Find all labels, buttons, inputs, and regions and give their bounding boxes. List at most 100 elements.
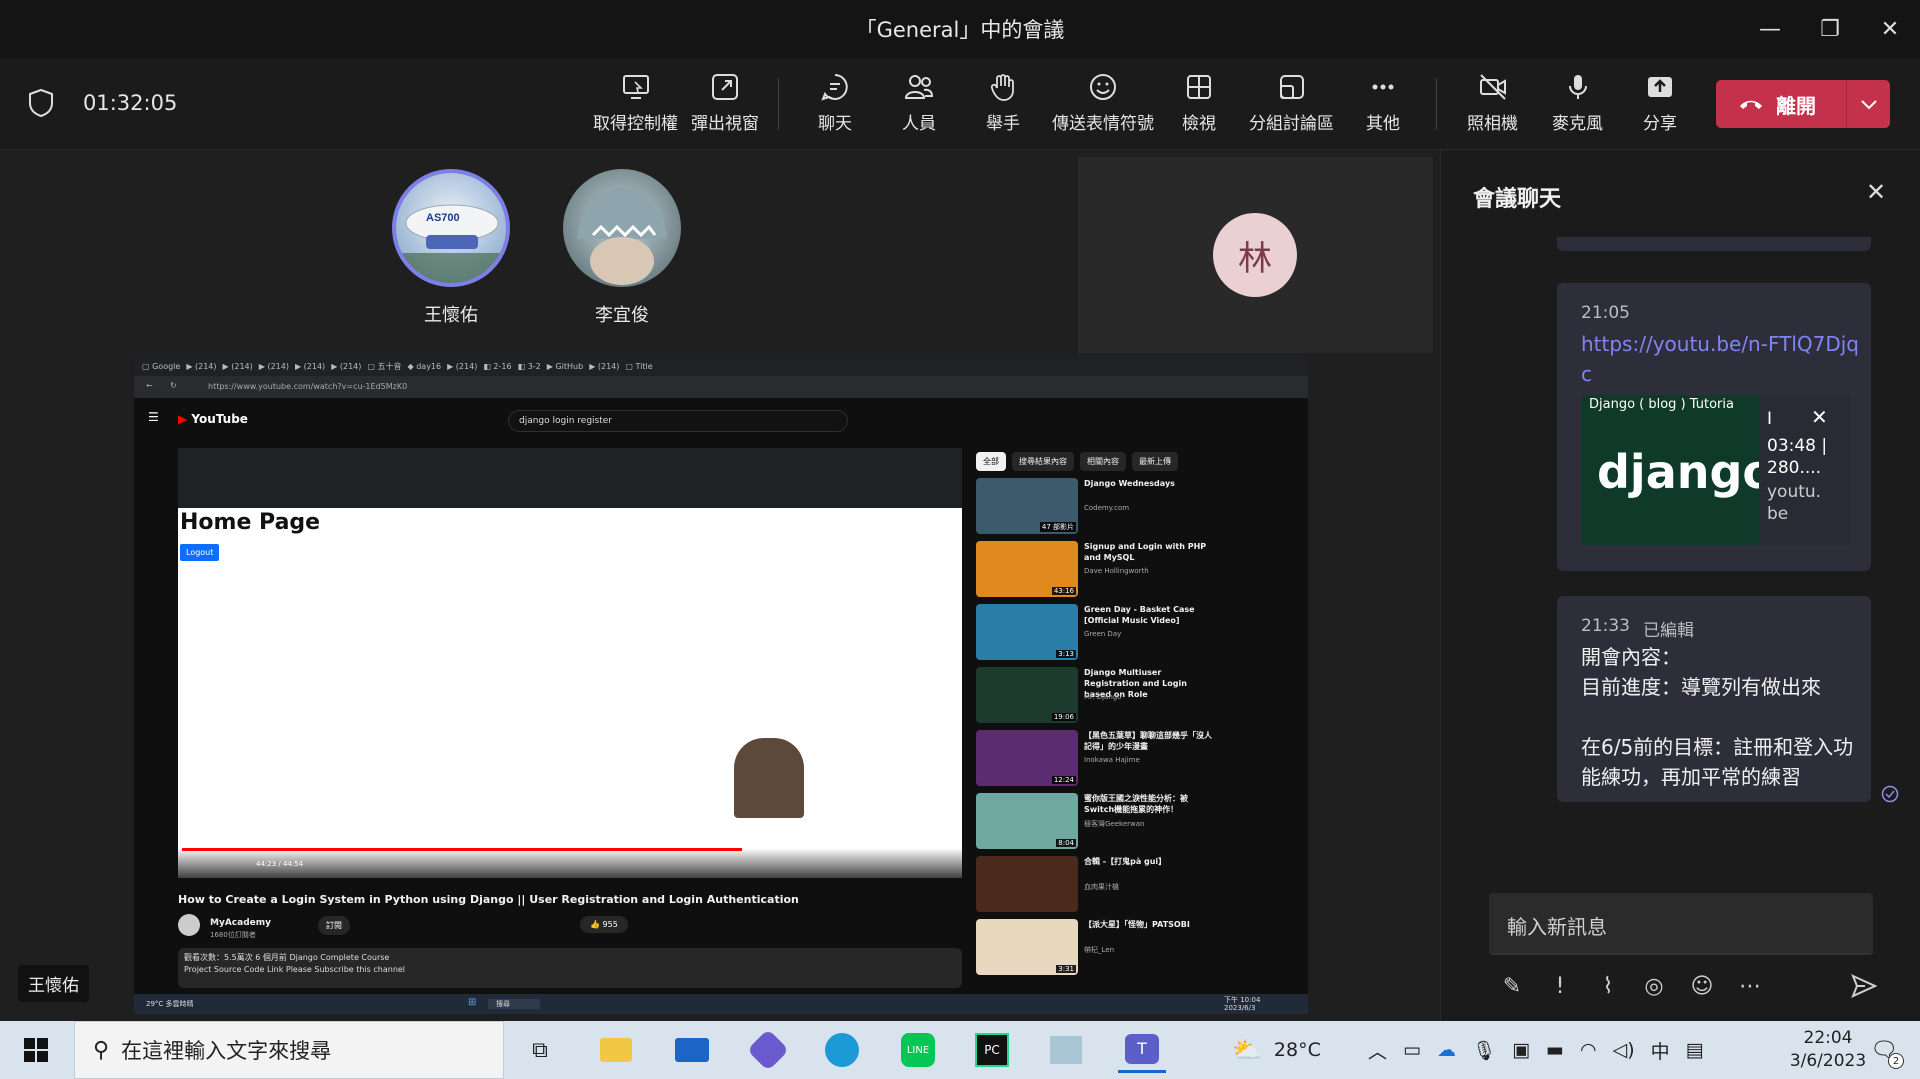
participant-tile[interactable]: 李宜俊 (557, 169, 687, 327)
chip: 最新上傳 (1132, 452, 1178, 471)
view-icon (1187, 75, 1211, 99)
leave-main[interactable]: 離開 (1716, 90, 1846, 119)
pycharm-app[interactable]: PC (968, 1027, 1016, 1073)
youtube-search-query: django login register (519, 416, 613, 426)
wifi-icon[interactable]: ◠ (1580, 1039, 1597, 1061)
loop-button[interactable]: ◎ (1639, 971, 1669, 1001)
task-view-button[interactable]: ⧉ (516, 1027, 564, 1073)
breakout-rooms-button[interactable]: 分組討論區 (1249, 72, 1334, 142)
microphone-icon[interactable]: 🎙 (1472, 1039, 1496, 1062)
read-receipt-icon (1881, 785, 1899, 803)
shared-clock-date: 2023/6/3 (1224, 1004, 1256, 1012)
participant-tile[interactable]: AS700 王懷佑 (386, 169, 516, 327)
youtube-header: ☰ ▶ YouTube django login register (134, 398, 1274, 448)
notes-app[interactable] (1042, 1027, 1090, 1073)
app-icon (746, 1028, 790, 1072)
line-app[interactable]: LINE (894, 1027, 942, 1073)
pop-out-button[interactable]: 彈出視窗 (691, 72, 759, 142)
send-button[interactable] (1849, 971, 1879, 1001)
chip: 搜尋結果內容 (1012, 452, 1074, 471)
link-preview-card[interactable]: Django ( blog ) Tutoria django I ✕ 03:48… (1581, 395, 1851, 545)
chat-button[interactable]: 聊天 (818, 72, 852, 142)
people-button[interactable]: 人員 (902, 72, 936, 142)
chat-message[interactable]: 21:33 已編輯 開會內容： 目前進度：導覽列有做出來 在6/5前的目標：註冊… (1557, 596, 1871, 802)
suggestion-thumbnail (976, 856, 1078, 912)
tab: ▶ (214) (294, 361, 326, 371)
chevron-up-icon[interactable]: ︿ (1368, 1037, 1387, 1064)
edge-app[interactable] (818, 1027, 866, 1073)
compose-box[interactable]: 輸入新訊息 (1489, 893, 1873, 955)
suggestion-title: 【黑色五葉草】聊聊這部幾乎「沒人記得」的少年漫畫 (1084, 731, 1212, 751)
preview-info: 03:48 | 280.... (1767, 436, 1828, 478)
windows-logo-icon (24, 1038, 48, 1062)
active-speaker-label: 王懷佑 (18, 965, 89, 1002)
duration: 3:31 (1056, 965, 1076, 973)
windows-logo-icon: ⊞ (468, 997, 477, 1008)
camera-button[interactable]: 照相機 (1467, 72, 1518, 142)
suggestion-thumbnail: 43:16 (976, 541, 1078, 597)
hang-up-icon (1740, 100, 1762, 109)
send-icon (1851, 974, 1877, 998)
onedrive-icon[interactable]: ☁ (1437, 1039, 1456, 1061)
more-button[interactable]: 其他 (1366, 72, 1400, 142)
tab: ▶ (214) (589, 361, 620, 371)
duration: 12:24 (1051, 776, 1076, 784)
logout-button: Logout (180, 544, 220, 561)
airship-image: AS700 (396, 204, 506, 283)
suggestion-thumbnail: 19:06 (976, 667, 1078, 723)
format-button[interactable]: ✎ (1497, 971, 1527, 1001)
emoji-button[interactable]: ☺ (1687, 971, 1717, 1001)
leave-options-button[interactable] (1846, 80, 1890, 128)
take-control-button[interactable]: 取得控制權 (593, 72, 678, 142)
volume-icon[interactable]: ◁) (1613, 1039, 1635, 1061)
suggestion-title: 【派大星】「怪物」PATSOBI (1084, 920, 1190, 929)
minimize-icon[interactable]: — (1740, 0, 1800, 58)
description-line: 觀看次數：5.5萬次 6 個月前 Django Complete Course (184, 953, 390, 962)
attach-button[interactable]: ⌇ (1593, 971, 1623, 1001)
close-icon[interactable]: ✕ (1860, 0, 1920, 58)
battery-icon[interactable]: ▬ (1546, 1039, 1564, 1061)
react-button[interactable]: 傳送表情符號 (1052, 72, 1154, 142)
microphone-button[interactable]: 麥克風 (1552, 72, 1603, 142)
participant-tile[interactable]: 林 (1078, 157, 1433, 353)
tab: ▶ (214) (447, 361, 478, 371)
raise-hand-label: 舉手 (986, 114, 1020, 134)
share-button[interactable]: 分享 (1643, 72, 1677, 142)
react-label: 傳送表情符號 (1052, 114, 1154, 134)
chat-label: 聊天 (818, 114, 852, 134)
keyboard-icon[interactable]: ▤ (1686, 1039, 1704, 1061)
display-icon[interactable]: ▣ (1512, 1039, 1530, 1061)
view-button[interactable]: 檢視 (1182, 72, 1216, 142)
message-time: 21:05 (1581, 303, 1630, 323)
raise-hand-button[interactable]: 舉手 (986, 72, 1020, 142)
file-explorer-app[interactable] (592, 1027, 640, 1073)
suggestion-item: 19:06 Django Multiuser Registration and L… (976, 667, 1216, 723)
copilot-app[interactable] (744, 1027, 792, 1073)
suggestion-title: Django Wednesdays (1084, 479, 1175, 488)
notification-center-button[interactable]: 🗨 2 (1860, 1027, 1908, 1073)
preview-title: Django ( blog ) Tutoria (1589, 397, 1734, 412)
close-chat-button[interactable]: ✕ (1861, 177, 1891, 207)
suggestion-title: Signup and Login with PHP and MySQL (1084, 542, 1207, 562)
suggestion-channel: 帶杞_Len (1084, 946, 1115, 954)
maximize-icon[interactable]: ❐ (1800, 0, 1860, 58)
ime-indicator[interactable]: 中 (1651, 1037, 1670, 1064)
message-line: 開會內容： (1581, 645, 1681, 669)
leave-button[interactable]: 離開 (1716, 80, 1890, 128)
start-button[interactable] (12, 1027, 60, 1073)
suggestion-thumbnail: 3:31 (976, 919, 1078, 975)
more-options-button[interactable]: ⋯ (1735, 971, 1765, 1001)
weather-widget[interactable]: ⛅ 28°C (1232, 1021, 1321, 1079)
dismiss-preview-icon[interactable]: ✕ (1811, 405, 1828, 429)
teams-app[interactable]: T (1118, 1027, 1166, 1073)
paperclip-icon: ⌇ (1602, 973, 1614, 999)
network-icon[interactable]: ▭ (1403, 1039, 1421, 1061)
chat-message[interactable]: 21:05 https://youtu.be/n-FTlQ7Djqc Djang… (1557, 283, 1871, 571)
message-link[interactable]: https://youtu.be/n-FTlQ7Djqc (1581, 329, 1861, 389)
taskbar-search-box[interactable]: ⚲ 在這裡輸入文字來搜尋 (74, 1021, 504, 1079)
avatar (563, 169, 681, 287)
avatar-monogram: 林 (1213, 213, 1297, 297)
suggestion-item: 12:24 【黑色五葉草】聊聊這部幾乎「沒人記得」的少年漫畫 Inokawa Haj… (976, 730, 1216, 786)
important-button[interactable]: ! (1545, 971, 1575, 1001)
mail-app[interactable] (668, 1027, 716, 1073)
